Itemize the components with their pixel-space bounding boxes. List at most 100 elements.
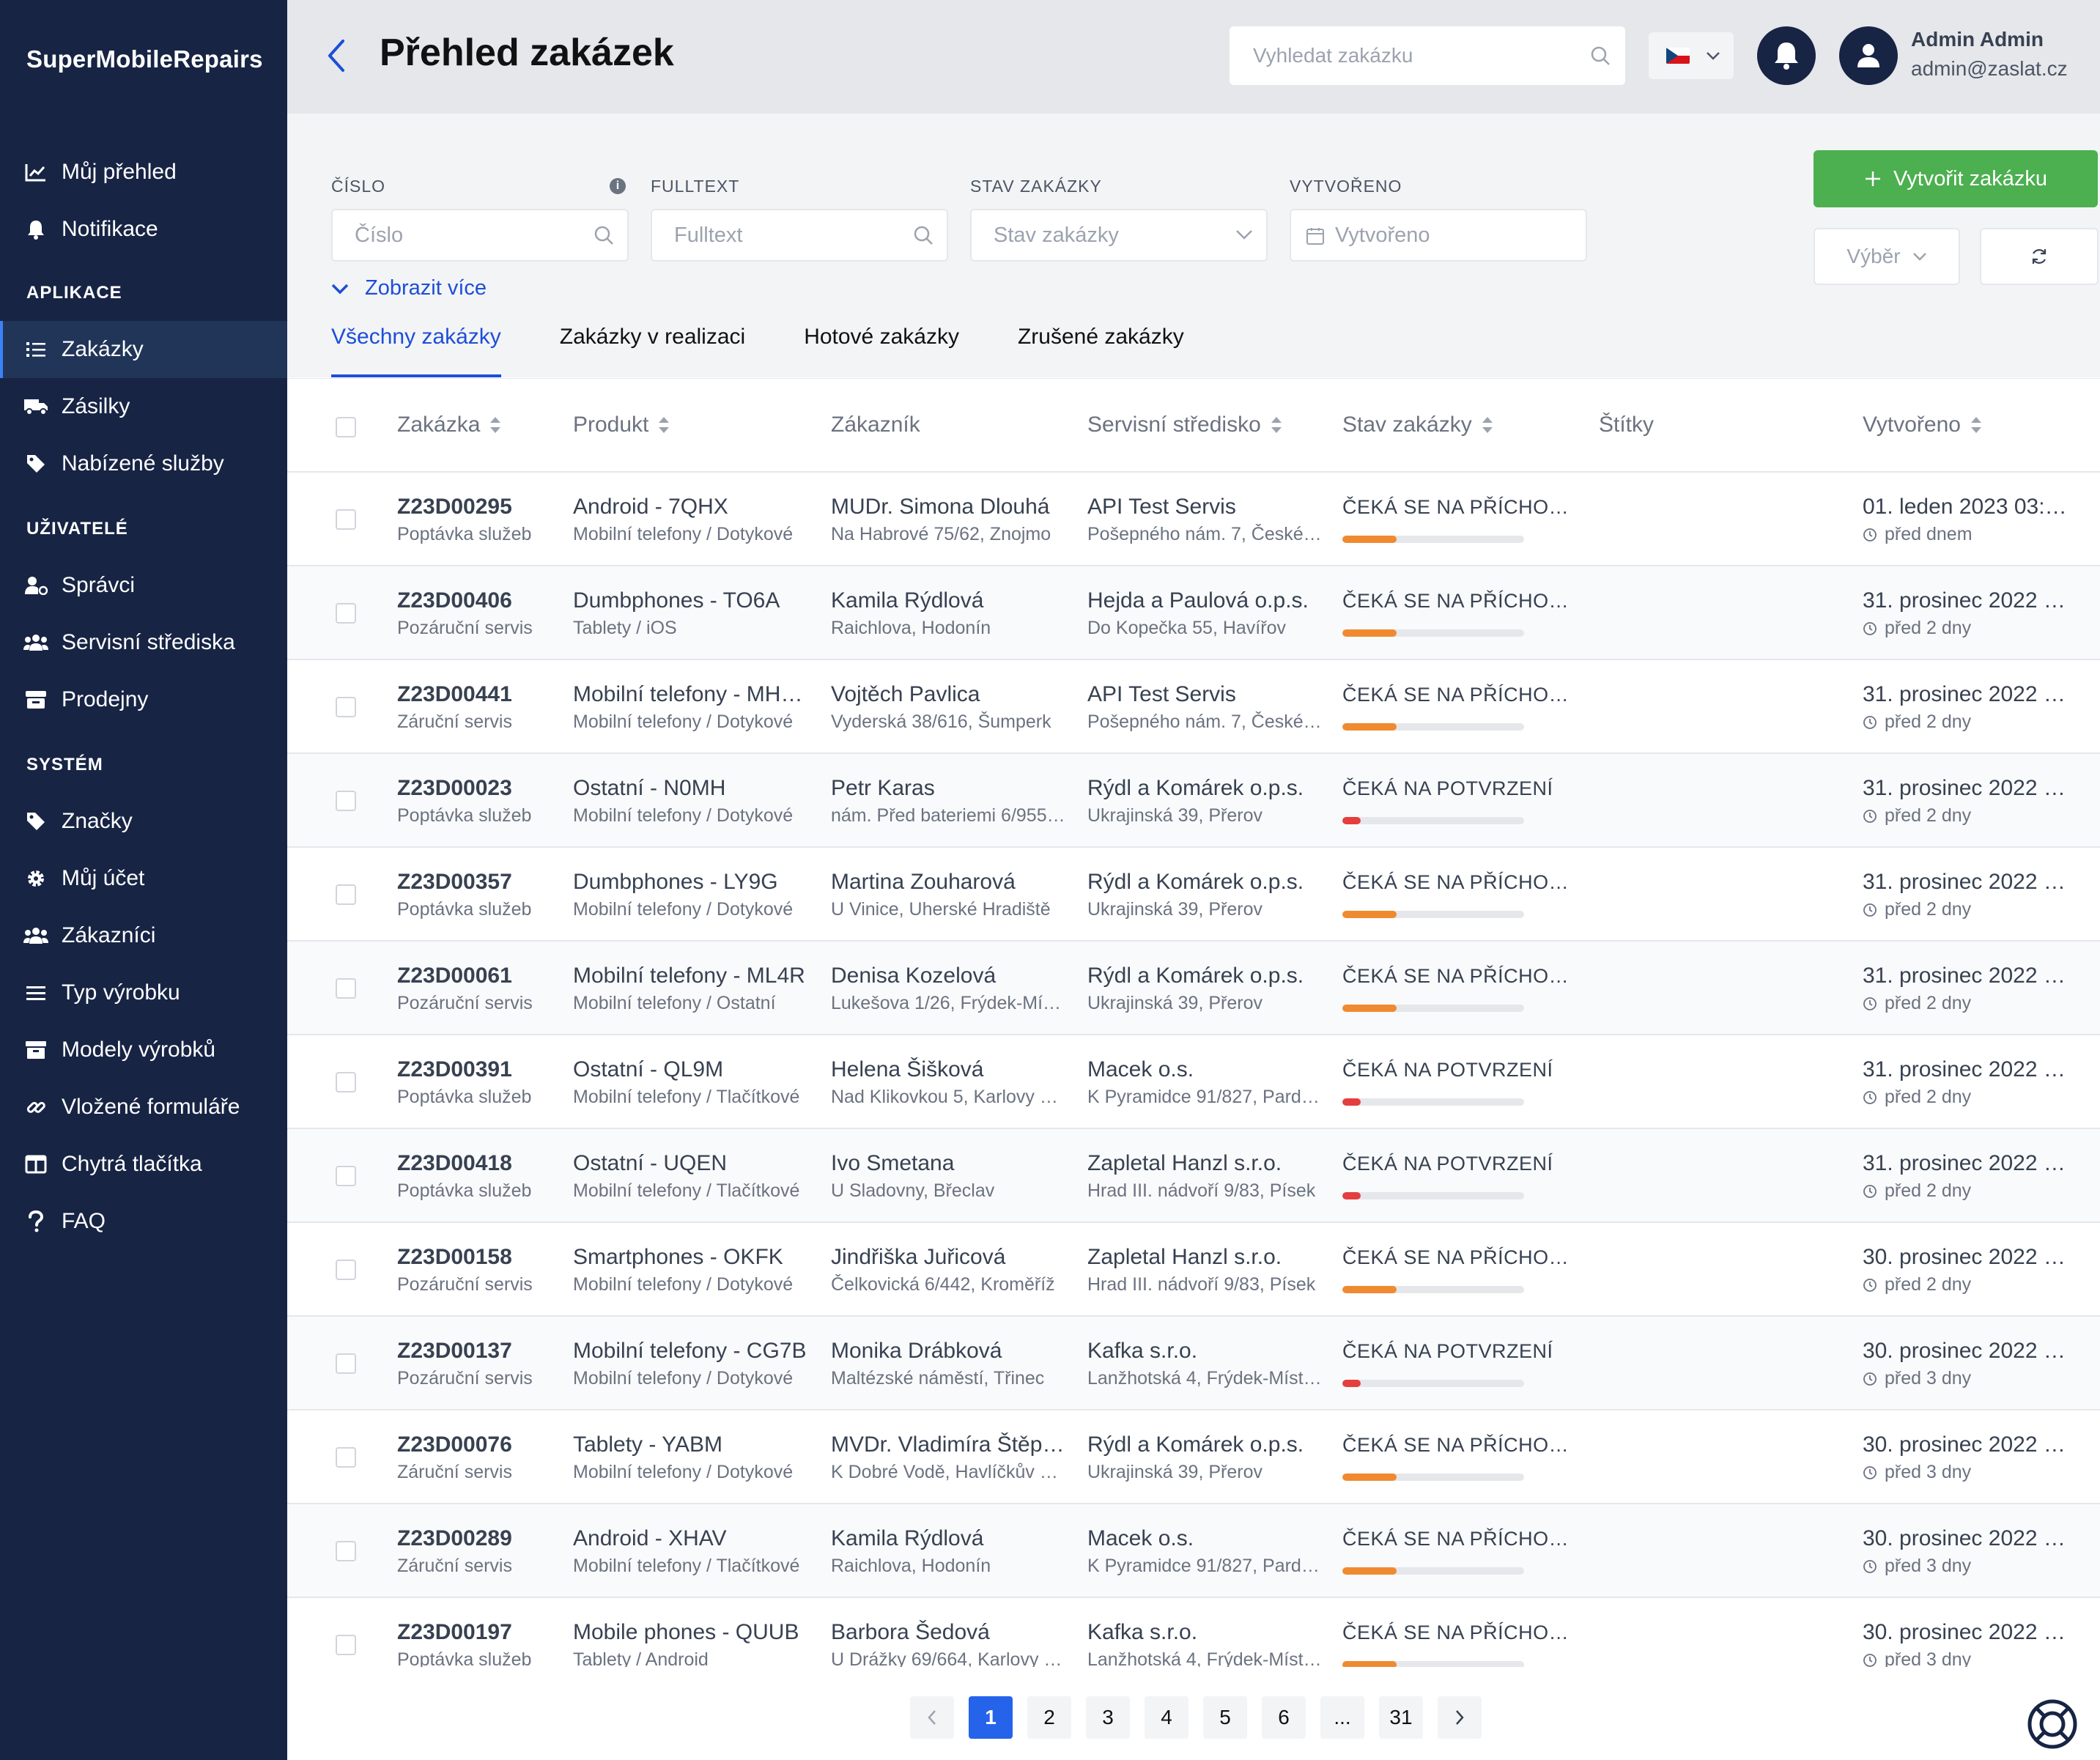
table-row[interactable]: Z23D00391 Poptávka služeb Ostatní - QL9M Mo… [287, 1035, 2100, 1129]
select-all-checkbox[interactable] [336, 417, 356, 437]
sidebar-item-prodejny[interactable]: Prodejny [0, 671, 287, 728]
sidebar-item-faq[interactable]: FAQ [0, 1193, 287, 1250]
prev-page-button[interactable] [910, 1696, 954, 1739]
vytvoreno-datepicker[interactable]: Vytvořeno [1290, 209, 1587, 262]
sidebar-item-muj-ucet[interactable]: Můj účet [0, 850, 287, 907]
page-button[interactable]: 4 [1145, 1696, 1188, 1739]
order-id[interactable]: Z23D00023 [397, 776, 558, 801]
table-row[interactable]: Z23D00406 Pozáruční servis Dumbphones - TO… [287, 566, 2100, 660]
page-button[interactable]: 31 [1379, 1696, 1423, 1739]
row-checkbox[interactable] [336, 509, 356, 530]
sidebar-item-muj-prehled[interactable]: Můj přehled [0, 144, 287, 201]
product-name: Android - XHAV [573, 1526, 727, 1550]
row-checkbox[interactable] [336, 603, 356, 624]
row-checkbox[interactable] [336, 1353, 356, 1374]
sidebar-item-nabizene-sluzby[interactable]: Nabízené služby [0, 435, 287, 492]
table-row[interactable]: Z23D00441 Záruční servis Mobilní telefony … [287, 660, 2100, 754]
row-checkbox[interactable] [336, 1541, 356, 1561]
order-id[interactable]: Z23D00158 [397, 1245, 558, 1270]
show-more-link[interactable]: Zobrazit více [331, 276, 487, 300]
sidebar-item-zakaznici[interactable]: Zákazníci [0, 907, 287, 964]
table-row[interactable]: Z23D00137 Pozáruční servis Mobilní telefon… [287, 1317, 2100, 1410]
column-header[interactable]: Servisní středisko [1087, 413, 1283, 437]
sidebar-item-typ-vyrobku[interactable]: Typ výrobku [0, 964, 287, 1021]
order-id[interactable]: Z23D00406 [397, 588, 558, 613]
sidebar-item-chytra-tlacitka[interactable]: Chytrá tlačítka [0, 1136, 287, 1193]
sidebar-item-modely-vyrobku[interactable]: Modely výrobků [0, 1021, 287, 1079]
order-type: Pozáruční servis [397, 618, 533, 638]
row-checkbox[interactable] [336, 1635, 356, 1655]
tab-2[interactable]: Hotové zakázky [804, 325, 959, 377]
column-header[interactable]: Stav zakázky [1342, 413, 1494, 437]
row-checkbox[interactable] [336, 1072, 356, 1092]
column-header[interactable]: Vytvořeno [1863, 413, 1983, 437]
order-id[interactable]: Z23D00137 [397, 1339, 558, 1364]
created-ago-label: před 2 dny [1885, 993, 1972, 1013]
table-row[interactable]: Z23D00295 Poptávka služeb Android - 7QHX Mo… [287, 473, 2100, 566]
page-button[interactable]: 5 [1203, 1696, 1247, 1739]
table-row[interactable]: Z23D00061 Pozáruční servis Mobilní telefon… [287, 942, 2100, 1035]
row-checkbox[interactable] [336, 1260, 356, 1280]
table-row[interactable]: Z23D00418 Poptávka služeb Ostatní - UQEN Mo… [287, 1129, 2100, 1223]
info-icon[interactable]: i [610, 178, 626, 194]
table-row[interactable]: Z23D00023 Poptávka služeb Ostatní - N0MH Mo… [287, 754, 2100, 848]
created-date: 30. prosinec 2022 23:15 [1863, 1245, 2068, 1269]
help-lifebuoy-icon[interactable] [2026, 1698, 2079, 1750]
tab-0[interactable]: Všechny zakázky [331, 325, 501, 377]
question-icon [23, 1209, 48, 1234]
refresh-button[interactable] [1980, 228, 2099, 285]
page-button[interactable]: 1 [969, 1696, 1013, 1739]
notifications-bell-icon[interactable] [1757, 26, 1816, 85]
page-button[interactable]: 3 [1086, 1696, 1130, 1739]
order-id[interactable]: Z23D00076 [397, 1432, 558, 1457]
table-row[interactable]: Z23D00357 Poptávka služeb Dumbphones - LY9… [287, 848, 2100, 942]
status-progress-bar [1342, 536, 1524, 543]
row-checkbox[interactable] [336, 884, 356, 905]
order-id[interactable]: Z23D00289 [397, 1526, 558, 1551]
page-button[interactable]: 2 [1027, 1696, 1071, 1739]
table-row[interactable]: Z23D00289 Záruční servis Android - XHAV Mob… [287, 1504, 2100, 1598]
page-button[interactable]: ... [1320, 1696, 1364, 1739]
next-page-button[interactable] [1438, 1696, 1482, 1739]
brand-logo[interactable]: SuperMobileRepairs [26, 45, 263, 73]
row-checkbox[interactable] [336, 697, 356, 717]
table-row[interactable]: Z23D00158 Pozáruční servis Smartphones - O… [287, 1223, 2100, 1317]
header: Přehled zakázek Vyhledat zakázku Admin A… [287, 0, 2100, 114]
selection-dropdown[interactable]: Výběr [1814, 228, 1960, 285]
table-row[interactable]: Z23D00197 Poptávka služeb Mobile phones - … [287, 1598, 2100, 1667]
row-checkbox[interactable] [336, 791, 356, 811]
order-id[interactable]: Z23D00391 [397, 1057, 558, 1082]
row-checkbox[interactable] [336, 978, 356, 999]
order-id[interactable]: Z23D00197 [397, 1620, 558, 1645]
sidebar-item-notifikace[interactable]: Notifikace [0, 201, 287, 258]
tab-1[interactable]: Zakázky v realizaci [560, 325, 745, 377]
order-id[interactable]: Z23D00061 [397, 964, 558, 988]
language-select[interactable] [1649, 32, 1734, 79]
row-checkbox[interactable] [336, 1447, 356, 1468]
order-id[interactable]: Z23D00441 [397, 682, 558, 707]
back-arrow-icon[interactable] [324, 37, 349, 75]
search-input[interactable]: Vyhledat zakázku [1230, 26, 1625, 85]
column-header[interactable]: Produkt [573, 413, 670, 437]
order-id[interactable]: Z23D00295 [397, 495, 558, 520]
sidebar-item-zasilky[interactable]: Zásilky [0, 378, 287, 435]
create-order-button[interactable]: Vytvořit zakázku [1814, 150, 2098, 207]
stav-select[interactable]: Stav zakázky [970, 209, 1268, 262]
column-header[interactable]: Zakázka [397, 413, 502, 437]
order-id[interactable]: Z23D00357 [397, 870, 558, 895]
user-avatar-icon[interactable] [1839, 26, 1898, 85]
tab-3[interactable]: Zrušené zakázky [1018, 325, 1184, 377]
sidebar-item-vlozene-formulare[interactable]: Vložené formuláře [0, 1079, 287, 1136]
row-checkbox[interactable] [336, 1166, 356, 1186]
cislo-input[interactable]: Číslo [331, 209, 629, 262]
order-id[interactable]: Z23D00418 [397, 1151, 558, 1176]
chevron-down-icon [1706, 51, 1720, 60]
sidebar-item-servisni-strediska[interactable]: Servisní střediska [0, 614, 287, 671]
page-button[interactable]: 6 [1262, 1696, 1306, 1739]
sidebar-item-zakazky[interactable]: Zakázky [0, 321, 287, 378]
fulltext-input[interactable]: Fulltext [651, 209, 948, 262]
customer-name: Kamila Rýdlová [831, 1526, 984, 1550]
sidebar-item-spravci[interactable]: Správci [0, 557, 287, 614]
table-row[interactable]: Z23D00076 Záruční servis Tablety - YABM Mob… [287, 1410, 2100, 1504]
sidebar-item-znacky[interactable]: Značky [0, 793, 287, 850]
